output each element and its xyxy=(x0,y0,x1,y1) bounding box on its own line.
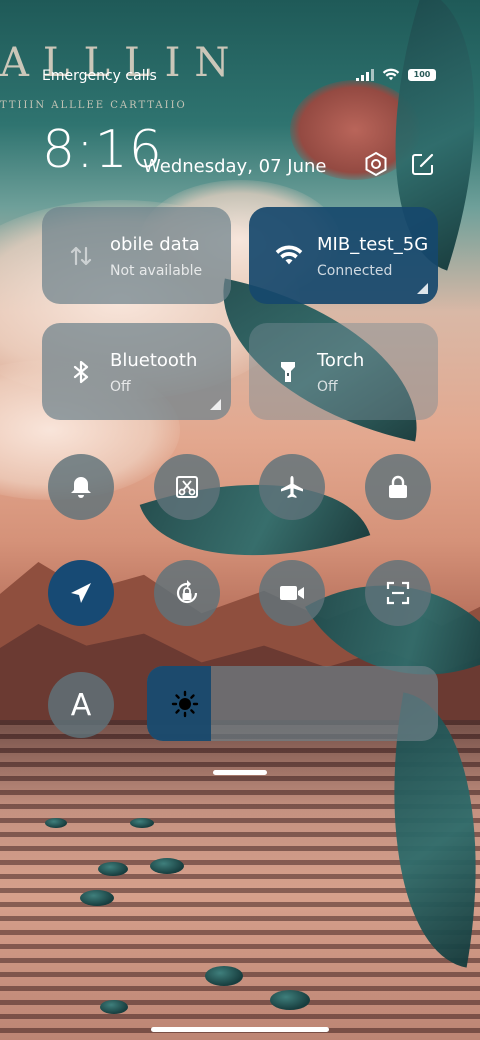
rotation-lock-icon xyxy=(172,578,202,608)
tile-expand-corner-icon xyxy=(210,399,221,410)
sun-icon xyxy=(171,690,199,718)
toggle-screenshot[interactable] xyxy=(154,454,220,520)
bell-icon xyxy=(67,473,95,501)
torch-icon xyxy=(275,359,301,385)
tile-bluetooth-name: Bluetooth xyxy=(110,350,198,371)
wallpaper-stone xyxy=(98,862,128,876)
lock-icon xyxy=(384,473,412,501)
toggle-location[interactable] xyxy=(48,560,114,626)
tile-mobile-data[interactable]: obile data Not available xyxy=(42,207,231,304)
wallpaper-stone xyxy=(205,966,243,986)
toggle-rotation-lock[interactable] xyxy=(154,560,220,626)
signal-icon xyxy=(356,68,374,81)
wallpaper-stone xyxy=(130,818,154,828)
battery-icon: 100 xyxy=(408,68,436,81)
tile-torch[interactable]: Torch Off xyxy=(249,323,438,420)
wallpaper-stone xyxy=(80,890,114,906)
wifi-icon xyxy=(382,68,400,81)
airplane-icon xyxy=(278,473,306,501)
wifi-icon xyxy=(275,243,303,269)
toggle-screen-record[interactable] xyxy=(259,560,325,626)
video-camera-icon xyxy=(277,580,307,606)
toggle-auto-brightness[interactable]: A xyxy=(48,672,114,738)
tile-bluetooth[interactable]: Bluetooth Off xyxy=(42,323,231,420)
panel-drag-handle[interactable] xyxy=(213,770,267,775)
settings-icon[interactable] xyxy=(362,150,390,178)
toggle-scanner[interactable] xyxy=(365,560,431,626)
scan-icon xyxy=(384,579,412,607)
tile-expand-corner-icon xyxy=(417,283,428,294)
tile-torch-status: Off xyxy=(317,379,338,395)
bluetooth-icon xyxy=(68,359,94,385)
wallpaper-stone xyxy=(150,858,184,874)
tile-wifi[interactable]: MIB_test_5G Connected xyxy=(249,207,438,304)
tile-wifi-name: MIB_test_5G xyxy=(317,234,429,255)
clock-date: Wednesday, 07 June xyxy=(143,156,327,177)
tile-wifi-status: Connected xyxy=(317,263,393,279)
location-icon xyxy=(68,580,94,606)
toggle-airplane[interactable] xyxy=(259,454,325,520)
home-indicator[interactable] xyxy=(151,1027,329,1032)
brightness-slider[interactable] xyxy=(147,666,438,741)
wallpaper-stone xyxy=(100,1000,128,1014)
tile-bluetooth-status: Off xyxy=(110,379,131,395)
status-icons: 100 xyxy=(356,68,436,81)
screenshot-icon xyxy=(173,473,201,501)
wallpaper-stone xyxy=(45,818,67,828)
tile-mobile-data-name: obile data xyxy=(110,234,200,255)
mobile-data-icon xyxy=(68,243,94,269)
edit-icon[interactable] xyxy=(409,150,437,178)
toggle-ringer[interactable] xyxy=(48,454,114,520)
toggle-lock-screen[interactable] xyxy=(365,454,431,520)
tile-torch-name: Torch xyxy=(317,350,365,371)
carrier-text: Emergency calls xyxy=(42,68,157,84)
wallpaper-brand-subtext: TTIIIN ALLLEE CARTTAIIO xyxy=(0,100,187,111)
wallpaper-stone xyxy=(270,990,310,1010)
tile-mobile-data-status: Not available xyxy=(110,263,203,279)
auto-brightness-icon: A xyxy=(70,687,92,723)
